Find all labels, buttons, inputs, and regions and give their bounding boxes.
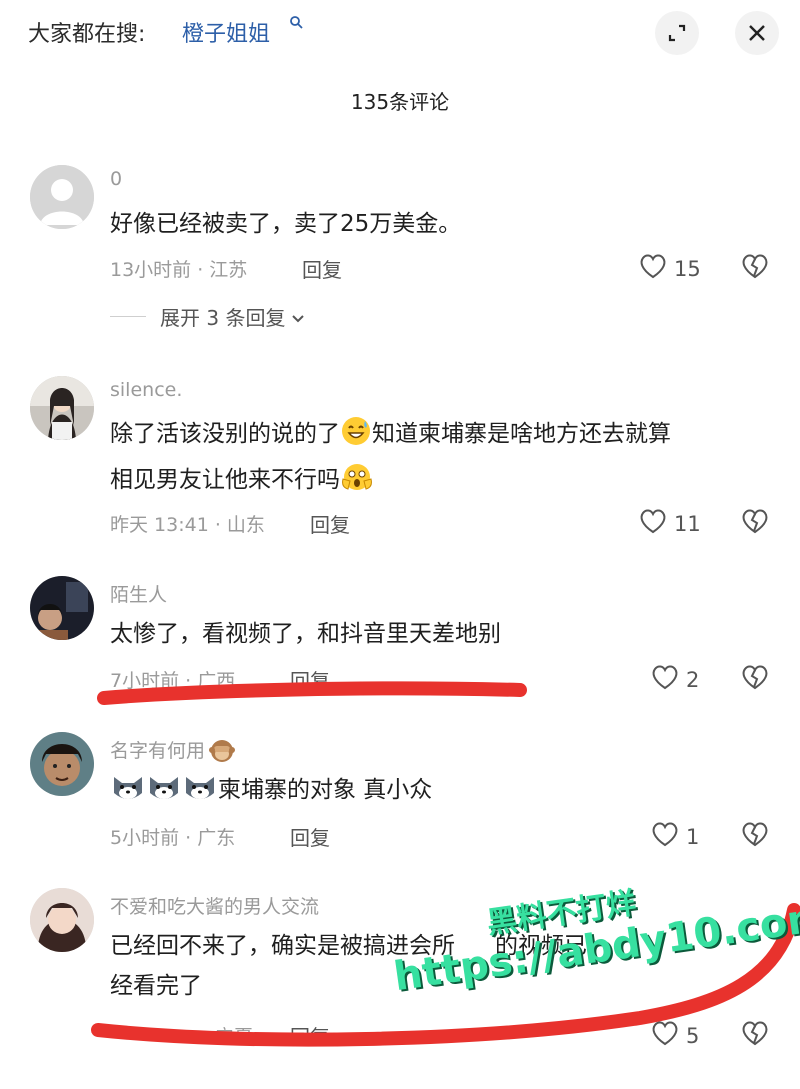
dislike-button[interactable] bbox=[740, 1019, 770, 1051]
reply-button[interactable]: 回复 bbox=[290, 822, 330, 851]
divider-line bbox=[110, 316, 146, 317]
avatar[interactable] bbox=[30, 165, 94, 229]
comment-username[interactable]: silence. bbox=[110, 379, 182, 401]
like-count: 1 bbox=[686, 824, 700, 849]
broken-heart-icon bbox=[740, 822, 770, 852]
dislike-button[interactable] bbox=[740, 820, 770, 852]
like-count: 2 bbox=[686, 667, 700, 692]
search-prefix: 大家都在搜: bbox=[28, 22, 146, 47]
expand-icon[interactable] bbox=[655, 11, 699, 55]
broken-heart-icon bbox=[740, 1021, 770, 1051]
heart-icon bbox=[650, 1019, 680, 1052]
like-count: 5 bbox=[686, 1023, 700, 1048]
heart-icon bbox=[650, 663, 680, 696]
close-icon[interactable] bbox=[735, 11, 779, 55]
like-count: 15 bbox=[674, 256, 701, 281]
comment-username[interactable]: 0 bbox=[110, 168, 122, 190]
expand-replies-label: 展开 3 条回复 bbox=[160, 306, 286, 330]
comment-text-part: 知道柬埔寨是啥地方还去就算 bbox=[372, 421, 671, 447]
dog-face-emoji-icon bbox=[182, 771, 218, 816]
reply-button[interactable]: 回复 bbox=[310, 509, 350, 538]
comment-text-part: 柬埔寨的对象 真小众 bbox=[218, 777, 433, 803]
comment-meta: 昨天 13:41 · 山东 bbox=[110, 514, 265, 536]
chevron-down-icon bbox=[291, 305, 305, 329]
screaming-face-emoji-icon bbox=[340, 461, 374, 506]
grinning-sweat-emoji-icon bbox=[340, 415, 372, 460]
search-icon[interactable] bbox=[289, 14, 303, 33]
avatar[interactable] bbox=[30, 732, 94, 796]
dog-face-emoji-icon bbox=[146, 771, 182, 816]
heart-icon bbox=[650, 820, 680, 853]
comment-text-part: 经看完了 bbox=[110, 973, 202, 999]
comment-text: 除了活该没别的说的了 知道柬埔寨是啥地方还去就算相见男友让他来不行吗 bbox=[110, 414, 775, 506]
comment-text-part: 的视频已 bbox=[495, 933, 587, 959]
dislike-button[interactable] bbox=[740, 663, 770, 695]
heart-icon bbox=[638, 252, 668, 285]
comment-meta: 13小时前 · 江苏 bbox=[110, 259, 248, 281]
comment-text: 柬埔寨的对象 真小众 bbox=[110, 770, 775, 816]
broken-heart-icon bbox=[740, 254, 770, 284]
search-bar: 大家都在搜: 橙子姐姐 bbox=[0, 0, 800, 68]
broken-heart-icon bbox=[740, 665, 770, 695]
like-button[interactable]: 2 bbox=[650, 663, 699, 696]
dislike-button[interactable] bbox=[740, 252, 770, 284]
avatar[interactable] bbox=[30, 376, 94, 440]
like-button[interactable]: 5 bbox=[650, 1019, 699, 1052]
heart-icon bbox=[638, 507, 668, 540]
broken-heart-icon bbox=[740, 509, 770, 539]
comment-text-part: 相见男友让他来不行吗 bbox=[110, 467, 340, 493]
comment-meta: 宁夏 bbox=[215, 1026, 254, 1048]
comment-text-part: 已经回不来了，确实是被搞进会所 bbox=[110, 933, 455, 959]
reply-button[interactable]: 回复 bbox=[290, 1021, 330, 1050]
comment-username-text: 名字有何用 bbox=[110, 740, 206, 762]
comment-text: 已经回不来了，确实是被搞进会所 的视频已经看完了 bbox=[110, 926, 775, 1006]
like-count: 11 bbox=[674, 511, 701, 536]
comment-count-title: 135条评论 bbox=[350, 90, 450, 114]
reply-button[interactable]: 回复 bbox=[290, 665, 330, 694]
avatar[interactable] bbox=[30, 576, 94, 640]
comment-text: 好像已经被卖了，卖了25万美金。 bbox=[110, 211, 462, 237]
avatar[interactable] bbox=[30, 888, 94, 952]
dislike-button[interactable] bbox=[740, 507, 770, 539]
comment-text-part: 除了活该没别的说的了 bbox=[110, 421, 340, 447]
search-query-link[interactable]: 橙子姐姐 bbox=[182, 16, 270, 48]
comment-username[interactable]: 名字有何用 bbox=[110, 736, 236, 768]
comment-username[interactable]: 不爱和吃大酱的男人交流 bbox=[110, 892, 319, 919]
dog-face-emoji-icon bbox=[110, 771, 146, 816]
see-no-evil-monkey-emoji-icon bbox=[209, 737, 236, 768]
like-button[interactable]: 15 bbox=[638, 252, 701, 285]
comment-meta: 5小时前 · 广东 bbox=[110, 827, 236, 849]
comment-username[interactable]: 陌生人 bbox=[110, 580, 167, 607]
reply-button[interactable]: 回复 bbox=[302, 254, 342, 283]
comment-text: 太惨了，看视频了，和抖音里天差地别 bbox=[110, 621, 501, 647]
like-button[interactable]: 11 bbox=[638, 507, 701, 540]
expand-replies-button[interactable]: 展开 3 条回复 bbox=[110, 302, 305, 331]
like-button[interactable]: 1 bbox=[650, 820, 699, 853]
comment-meta: 7小时前 · 广西 bbox=[110, 670, 236, 692]
